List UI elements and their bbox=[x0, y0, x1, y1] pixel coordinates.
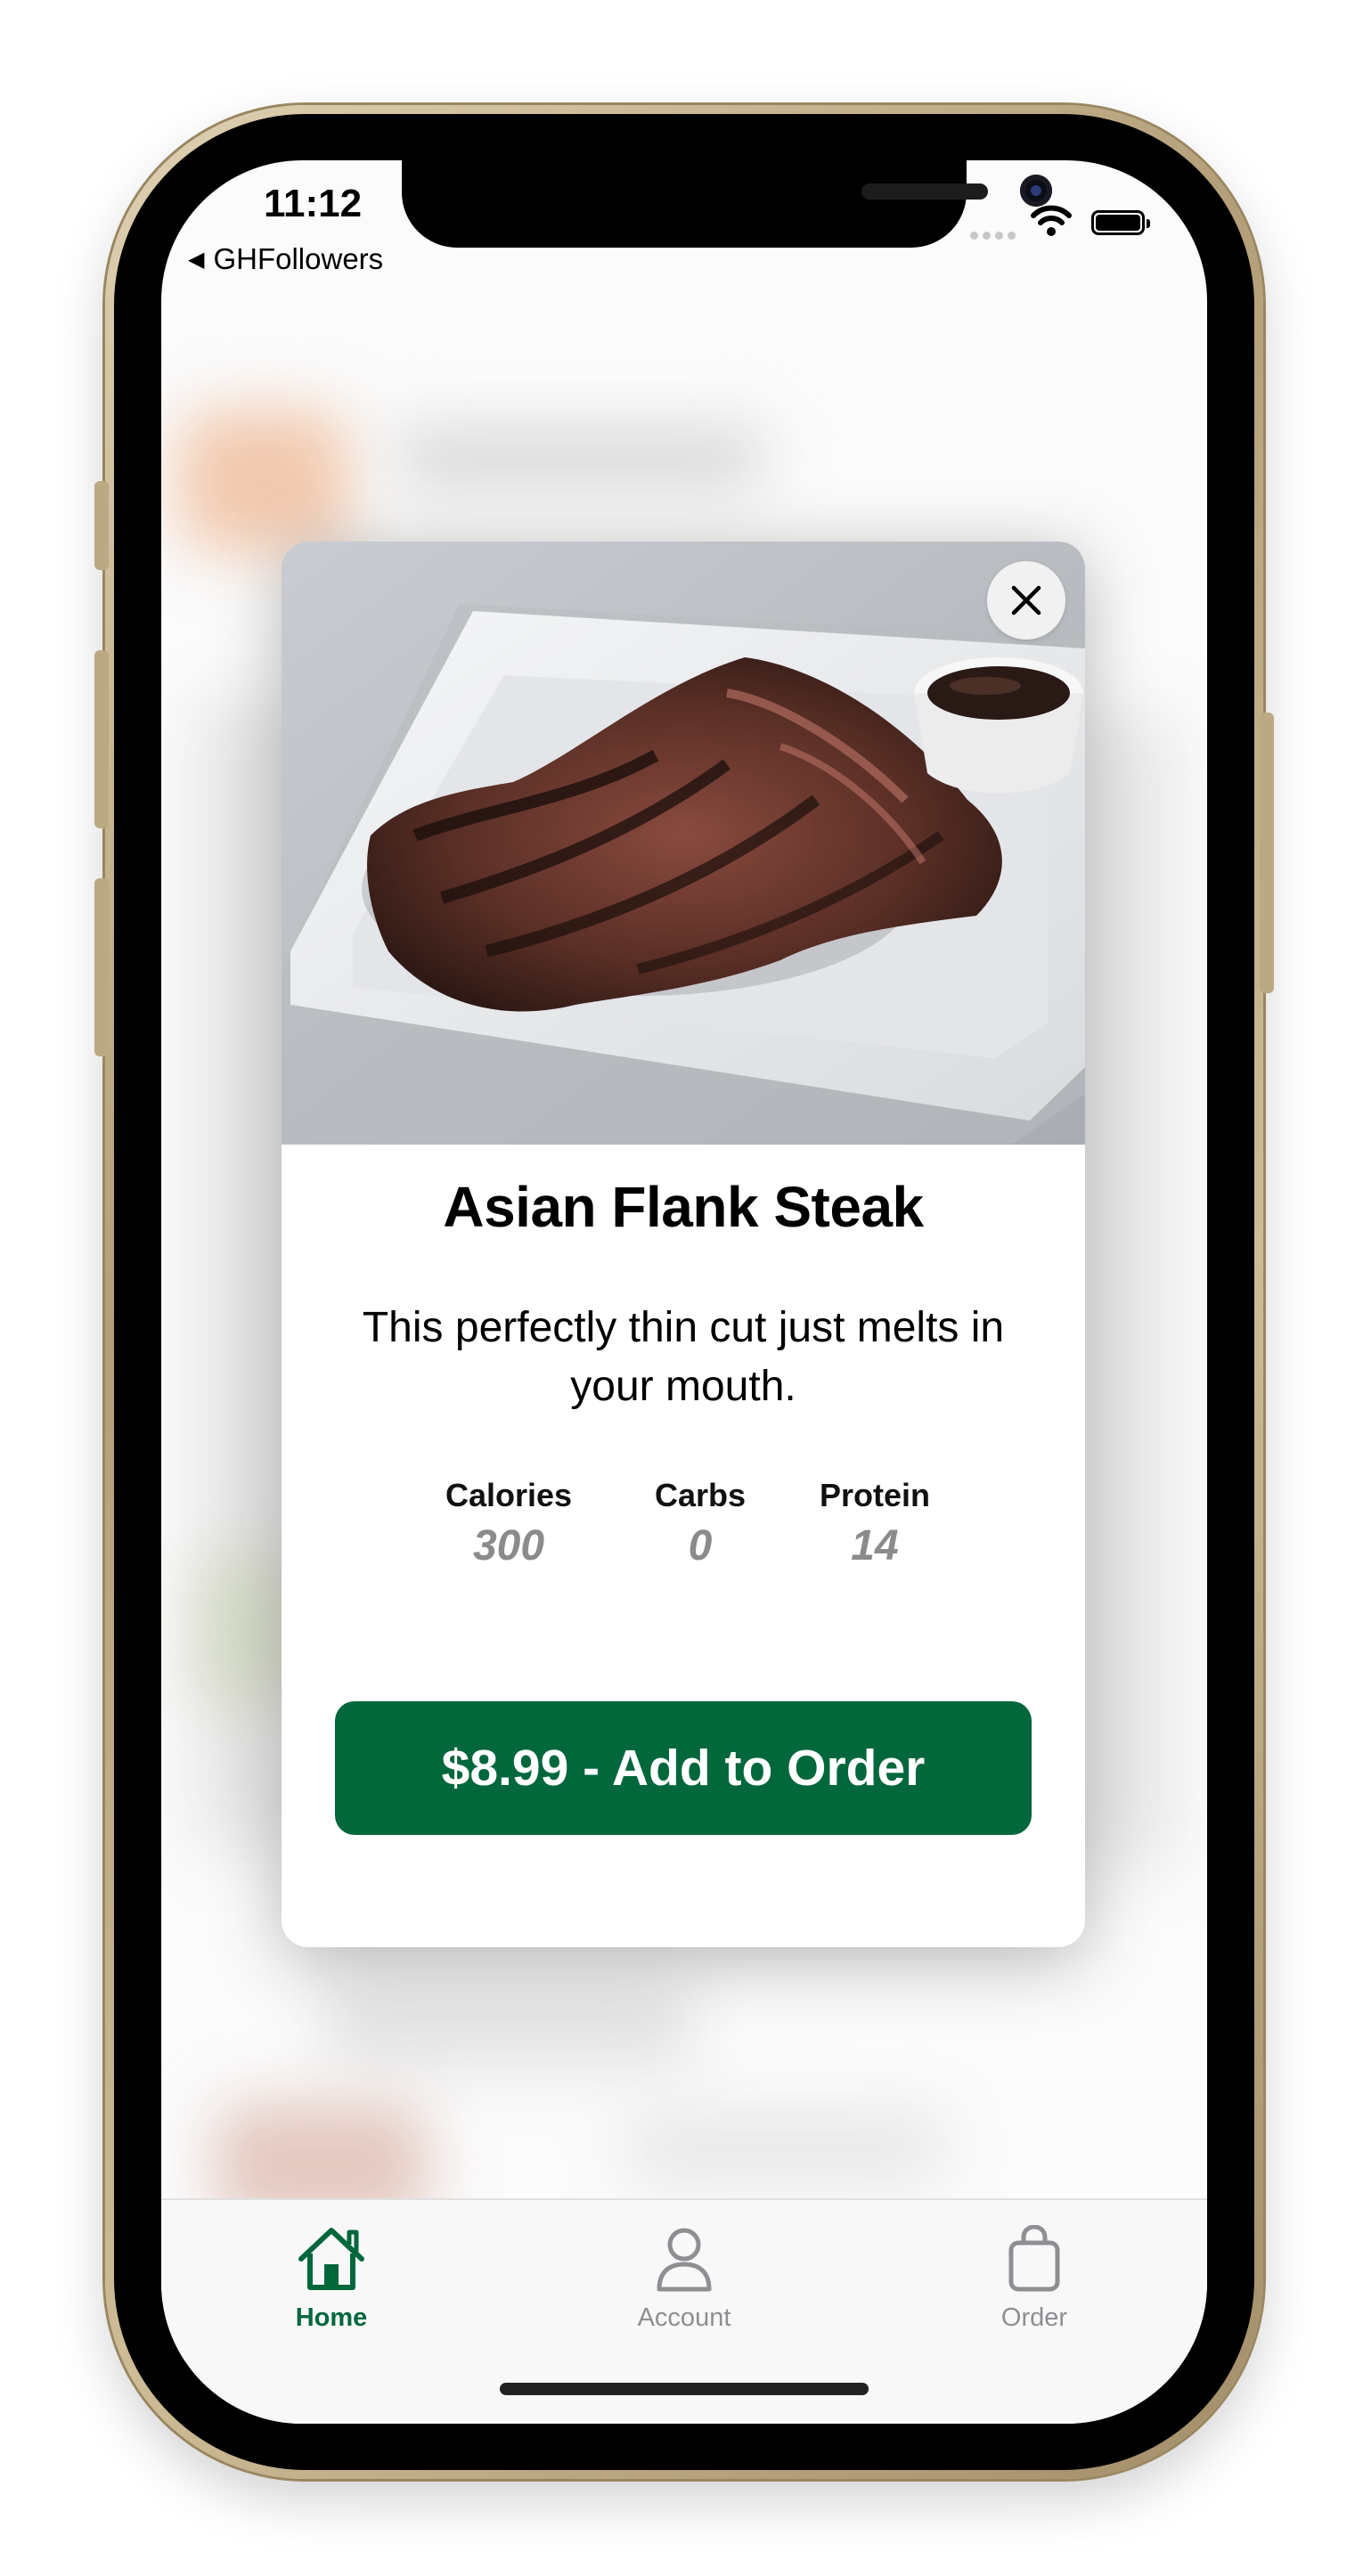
tab-order[interactable]: Order bbox=[936, 2225, 1132, 2333]
blurred-list-row-shadow bbox=[1070, 713, 1177, 1871]
nutrition-value: 14 bbox=[851, 1522, 899, 1569]
volume-up-button bbox=[94, 650, 109, 828]
screen: 11:12 ◀ GHFollowers Asian Flank Steak Th… bbox=[161, 160, 1207, 2424]
tab-label: Order bbox=[1000, 2303, 1068, 2332]
close-icon bbox=[1011, 585, 1041, 615]
nutrition-value: 0 bbox=[688, 1522, 713, 1569]
blurred-list-row bbox=[393, 428, 767, 490]
blurred-list-row bbox=[624, 2111, 945, 2182]
item-description: This perfectly thin cut just melts in yo… bbox=[362, 1304, 1005, 1410]
back-app-label: GHFollowers bbox=[213, 242, 384, 275]
nutrition-calories: Calories 300 bbox=[393, 1477, 624, 1570]
blurred-list-row bbox=[322, 1977, 696, 2067]
home-indicator[interactable] bbox=[500, 2383, 869, 2395]
volume-down-button bbox=[94, 878, 109, 1056]
nutrition-label: Carbs bbox=[654, 1477, 747, 1513]
item-detail-modal: Asian Flank Steak This perfectly thin cu… bbox=[282, 542, 1085, 1947]
tab-account[interactable]: Account bbox=[586, 2225, 782, 2333]
status-time: 11:12 bbox=[263, 182, 363, 225]
nutrition-value: 300 bbox=[472, 1522, 545, 1569]
nutrition-facts: Calories 300 Carbs 0 Protein 14 bbox=[393, 1477, 974, 1570]
nutrition-label: Calories bbox=[445, 1477, 573, 1513]
notch bbox=[402, 160, 1052, 248]
speaker-grille bbox=[861, 183, 988, 200]
nutrition-label: Protein bbox=[819, 1477, 930, 1513]
back-triangle-icon: ◀ bbox=[188, 247, 205, 272]
bag-icon bbox=[1008, 2225, 1060, 2292]
battery-icon bbox=[1091, 210, 1150, 235]
nutrition-carbs: Carbs 0 bbox=[624, 1477, 776, 1570]
add-to-order-button[interactable]: $8.99 - Add to Order bbox=[335, 1701, 1032, 1835]
close-button[interactable] bbox=[987, 561, 1065, 640]
blurred-list-thumbnail bbox=[197, 1550, 295, 1710]
cellular-icon bbox=[970, 232, 1016, 240]
item-title: Asian Flank Steak bbox=[443, 1175, 924, 1239]
front-camera bbox=[1020, 175, 1052, 207]
tab-label: Account bbox=[637, 2303, 731, 2332]
wifi-icon bbox=[1031, 205, 1072, 236]
back-to-app-link[interactable]: ◀ GHFollowers bbox=[188, 242, 383, 276]
nutrition-protein: Protein 14 bbox=[776, 1477, 974, 1570]
flank-steak-photo bbox=[282, 542, 1085, 1145]
power-button bbox=[1260, 713, 1274, 993]
tab-label: Home bbox=[295, 2303, 368, 2332]
person-icon bbox=[657, 2228, 712, 2292]
tab-home[interactable]: Home bbox=[233, 2225, 429, 2333]
house-icon bbox=[298, 2228, 364, 2290]
silent-switch bbox=[94, 481, 109, 570]
blurred-list-thumbnail bbox=[179, 410, 348, 552]
